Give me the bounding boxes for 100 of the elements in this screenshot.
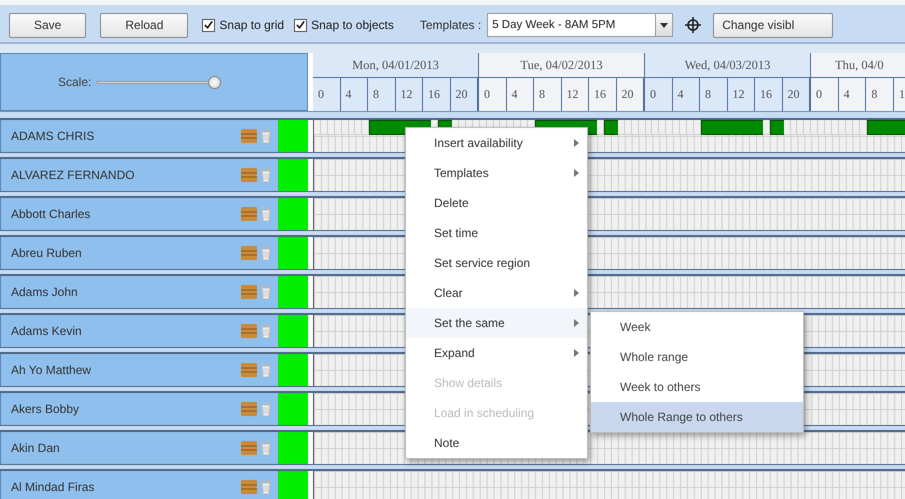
hour-label: 16 xyxy=(423,78,450,111)
resource-name: ADAMS CHRIS xyxy=(11,129,96,143)
checkbox-label: Snap to objects xyxy=(311,18,394,32)
status-block xyxy=(278,471,308,499)
status-block xyxy=(278,315,308,347)
resource-row[interactable]: Al Mindad Firas xyxy=(0,471,308,499)
checkbox-label: Snap to grid xyxy=(219,18,284,32)
resource-row[interactable]: Abbott Charles xyxy=(0,198,308,230)
hour-label: 20 xyxy=(450,78,478,111)
trash-icon xyxy=(261,402,271,416)
day-header: Thu, 04/0 xyxy=(811,53,905,78)
submenu-item[interactable]: Whole Range to others xyxy=(591,402,803,432)
hour-label: 4 xyxy=(506,78,534,111)
trash-icon xyxy=(261,129,271,143)
box-icon xyxy=(241,285,257,299)
hour-label: 20 xyxy=(616,78,644,111)
menu-item[interactable]: Clear xyxy=(406,278,587,308)
hour-label: 12 xyxy=(396,78,423,111)
status-block xyxy=(278,237,308,269)
day-header: Wed, 04/03/2013 xyxy=(645,53,810,78)
box-icon xyxy=(241,207,257,221)
submenu-arrow-icon xyxy=(574,349,579,357)
hour-label: 4 xyxy=(340,78,368,111)
hour-label: 12 xyxy=(562,78,589,111)
menu-item[interactable]: Expand xyxy=(406,338,587,368)
status-block xyxy=(278,159,308,191)
schedule-slot[interactable] xyxy=(362,120,370,135)
resource-row[interactable]: ALVAREZ FERNANDO xyxy=(0,159,308,191)
slider-thumb[interactable] xyxy=(208,76,222,88)
menu-item[interactable]: Set time xyxy=(406,218,587,248)
reload-button[interactable]: Reload xyxy=(100,12,188,38)
availability-slot[interactable] xyxy=(590,120,598,135)
resource-name: Abreu Ruben xyxy=(11,246,83,260)
resource-row[interactable]: Adams John xyxy=(0,276,308,308)
hour-label: 0 xyxy=(645,78,672,111)
hour-label: 4 xyxy=(672,78,700,111)
menu-item[interactable]: Insert availability xyxy=(406,128,587,158)
resource-name: Ah Yo Matthew xyxy=(11,363,92,377)
menu-item[interactable]: Note xyxy=(406,428,587,458)
resource-name: Akers Bobby xyxy=(11,402,80,416)
resource-row[interactable]: Ah Yo Matthew xyxy=(0,354,308,386)
trash-icon xyxy=(261,246,271,260)
trash-icon xyxy=(261,480,271,494)
hour-label: 0 xyxy=(479,78,506,111)
hour-label: 8 xyxy=(866,78,894,111)
hour-label: 1 xyxy=(894,78,905,111)
menu-item[interactable]: Set service region xyxy=(406,248,587,278)
templates-dropdown[interactable]: 5 Day Week - 8AM 5PM xyxy=(487,13,674,37)
submenu-item[interactable]: Week to others xyxy=(591,372,803,402)
box-icon xyxy=(241,441,257,455)
resource-name: ALVAREZ FERNANDO xyxy=(11,168,136,182)
menu-item[interactable]: Templates xyxy=(406,158,587,188)
change-visibility-button[interactable]: Change visibl xyxy=(713,12,834,38)
box-icon xyxy=(241,129,257,143)
hour-label: 0 xyxy=(811,78,839,111)
hour-label: 8 xyxy=(534,78,562,111)
hour-label: 12 xyxy=(728,78,755,111)
status-block xyxy=(278,354,308,386)
trash-icon xyxy=(261,285,271,299)
hour-label: 8 xyxy=(700,78,728,111)
hour-label: 20 xyxy=(782,78,810,111)
hour-label: 16 xyxy=(589,78,616,111)
resource-name: Al Mindad Firas xyxy=(11,480,96,494)
hour-label: 8 xyxy=(368,78,396,111)
submenu-item[interactable]: Whole range xyxy=(591,342,803,372)
box-icon xyxy=(241,168,257,182)
box-icon xyxy=(241,324,257,338)
checkbox[interactable] xyxy=(294,18,308,32)
checkbox[interactable] xyxy=(202,18,216,32)
scale-slider[interactable] xyxy=(97,76,222,88)
box-icon xyxy=(241,246,257,260)
box-icon xyxy=(241,480,257,494)
box-icon xyxy=(241,363,257,377)
templates-label: Templates : xyxy=(420,18,482,32)
trash-icon xyxy=(261,207,271,221)
resource-name: Adams Kevin xyxy=(11,324,83,338)
menu-item[interactable]: Delete xyxy=(406,188,587,218)
status-block xyxy=(278,432,308,464)
submenu-arrow-icon xyxy=(574,319,579,327)
trash-icon xyxy=(261,168,271,182)
resource-row[interactable]: Akin Dan xyxy=(0,432,308,464)
trash-icon xyxy=(261,363,271,377)
resource-name: Akin Dan xyxy=(11,441,61,455)
submenu-arrow-icon xyxy=(574,289,579,297)
resource-name: Adams John xyxy=(11,285,79,299)
resource-row[interactable]: Abreu Ruben xyxy=(0,237,308,269)
save-button[interactable]: Save xyxy=(9,12,86,38)
schedule-slot[interactable] xyxy=(597,120,604,135)
resource-row[interactable]: Akers Bobby xyxy=(0,393,308,425)
status-block xyxy=(278,120,308,152)
hour-label: 16 xyxy=(755,78,782,111)
day-header: Mon, 04/01/2013 xyxy=(313,53,478,78)
crosshair-icon xyxy=(685,17,702,33)
resource-row[interactable]: ADAMS CHRIS xyxy=(0,120,308,152)
hour-label: 4 xyxy=(838,78,866,111)
hour-label: 0 xyxy=(313,78,340,111)
menu-item[interactable]: Set the same xyxy=(406,308,587,338)
resource-row[interactable]: Adams Kevin xyxy=(0,315,308,347)
submenu-item[interactable]: Week xyxy=(591,312,803,342)
submenu-arrow-icon xyxy=(574,169,579,177)
